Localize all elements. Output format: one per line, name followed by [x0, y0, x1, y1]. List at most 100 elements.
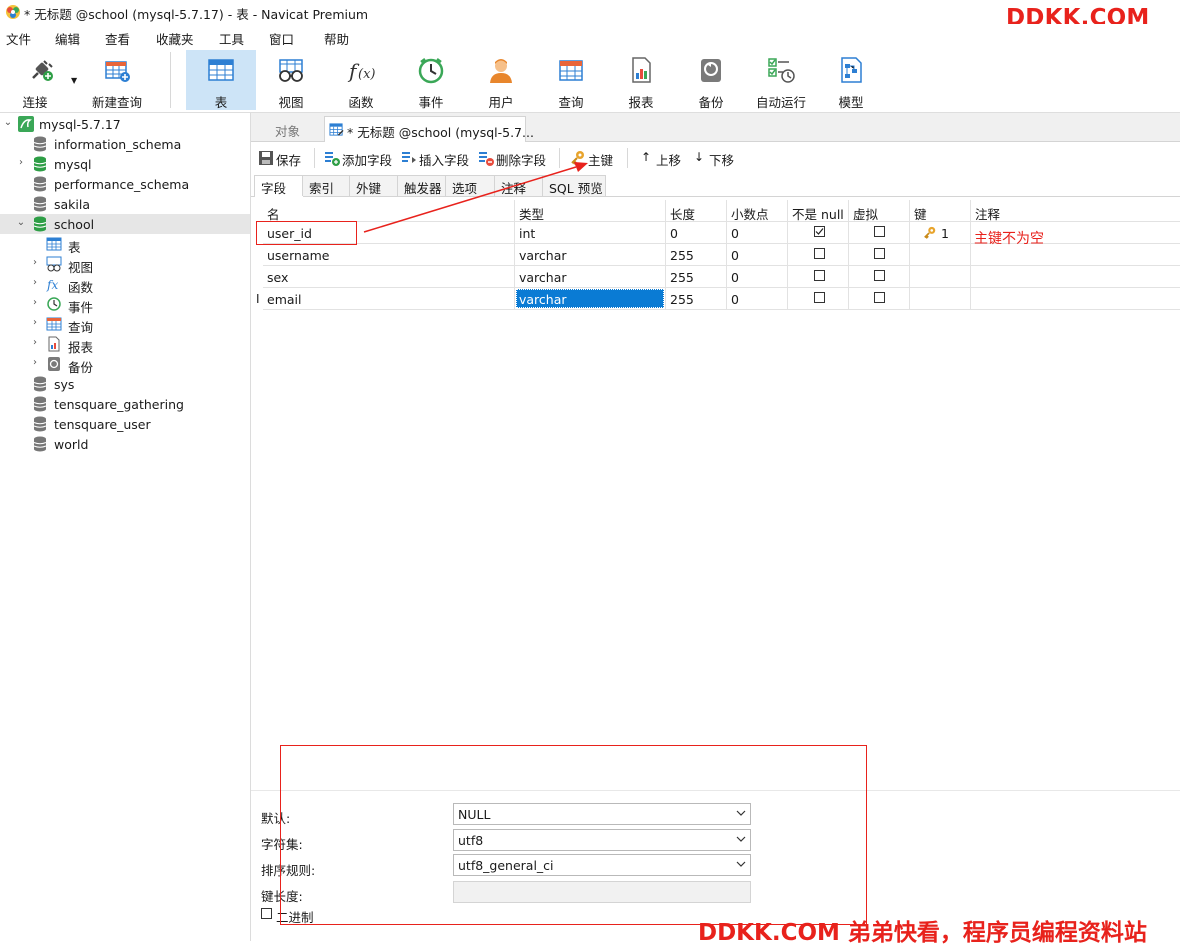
not-null-checkbox-checked[interactable] [814, 226, 825, 237]
cell-decimals[interactable]: 0 [727, 244, 788, 266]
tree-db-tensquare-user[interactable]: tensquare_user [0, 414, 250, 434]
tree-node-queries[interactable]: › 查询 [0, 314, 250, 335]
view-button[interactable]: 视图 [256, 50, 326, 110]
menu-edit[interactable]: 编辑 [55, 29, 80, 48]
menu-tools[interactable]: 工具 [219, 29, 244, 48]
query-button[interactable]: 查询 [536, 50, 606, 110]
move-down-button[interactable]: ↓ 下移 [691, 149, 737, 168]
cell-length[interactable]: 255 [666, 244, 727, 266]
chevron-down-icon[interactable]: ⌄ [3, 118, 13, 128]
cell-decimals[interactable]: 0 [727, 266, 788, 288]
tree-db-information-schema[interactable]: information_schema [0, 134, 250, 154]
function-button[interactable]: f (x) 函数 [326, 50, 396, 110]
connect-dropdown-icon[interactable]: ▼ [71, 76, 77, 85]
cell-type[interactable]: varchar [515, 244, 666, 266]
tab-triggers[interactable]: 触发器 [397, 175, 447, 196]
virtual-checkbox[interactable] [874, 248, 885, 259]
chevron-right-icon[interactable]: › [30, 358, 40, 368]
tree-db-mysql[interactable]: › mysql [0, 154, 250, 174]
virtual-checkbox[interactable] [874, 226, 885, 237]
column-header-decimals[interactable]: 小数点 [727, 200, 788, 222]
cell-length[interactable]: 0 [666, 222, 727, 244]
tree-node-backups[interactable]: › 备份 [0, 354, 250, 375]
tree-node-views[interactable]: › 视图 [0, 254, 250, 275]
tab-untitled-table[interactable]: * 无标题 @school (mysql-5.7... [324, 116, 534, 142]
model-button[interactable]: 模型 [816, 50, 886, 110]
tree-db-performance-schema[interactable]: performance_schema [0, 174, 250, 194]
tab-objects[interactable]: 对象 [251, 116, 323, 141]
column-header-type[interactable]: 类型 [515, 200, 666, 222]
cell-type[interactable]: varchar [515, 288, 666, 310]
chevron-right-icon[interactable]: › [30, 278, 40, 288]
binary-checkbox[interactable] [261, 908, 272, 919]
chevron-right-icon[interactable]: › [30, 298, 40, 308]
cell-type[interactable]: varchar [515, 266, 666, 288]
connect-button[interactable]: 连接 [6, 50, 76, 110]
cell-length[interactable]: 255 [666, 266, 727, 288]
chevron-right-icon[interactable]: › [16, 158, 26, 168]
tab-options[interactable]: 选项 [445, 175, 496, 196]
delete-field-button[interactable]: 删除字段 [478, 149, 550, 168]
tree-node-functions[interactable]: › fx 函数 [0, 274, 250, 296]
tree-connection[interactable]: ⌄ mysql-5.7.17 [0, 114, 250, 134]
tree-node-events[interactable]: › 事件 [0, 294, 250, 315]
chevron-right-icon[interactable]: › [30, 318, 40, 328]
table-button[interactable]: 表 [186, 50, 256, 110]
tree-node-tables[interactable]: 表 [0, 234, 250, 255]
tab-fields[interactable]: 字段 [254, 175, 304, 197]
cell-decimals[interactable]: 0 [727, 288, 788, 310]
column-header-length[interactable]: 长度 [666, 200, 727, 222]
selected-type-cell[interactable]: varchar [516, 289, 664, 308]
tree-node-reports[interactable]: › 报表 [0, 334, 250, 355]
cell-name[interactable]: username [263, 244, 515, 266]
chevron-right-icon[interactable]: › [30, 258, 40, 268]
chevron-down-icon[interactable]: ⌄ [16, 218, 26, 228]
menu-favorites[interactable]: 收藏夹 [156, 29, 194, 48]
primary-key-button[interactable]: 主键 [570, 149, 618, 168]
virtual-checkbox[interactable] [874, 292, 885, 303]
menu-help[interactable]: 帮助 [324, 29, 349, 48]
tab-indexes[interactable]: 索引 [302, 175, 351, 196]
cell-comment[interactable] [971, 288, 1180, 310]
chevron-right-icon[interactable]: › [30, 338, 40, 348]
backup-button[interactable]: 备份 [676, 50, 746, 110]
tree-db-sakila[interactable]: sakila [0, 194, 250, 214]
tab-foreign-keys[interactable]: 外键 [349, 175, 399, 196]
cell-name[interactable]: email [263, 288, 515, 310]
not-null-checkbox[interactable] [814, 270, 825, 281]
automation-button[interactable]: 自动运行 [746, 50, 816, 110]
cell-key[interactable] [910, 288, 971, 310]
menu-view[interactable]: 查看 [105, 29, 130, 48]
column-header-key[interactable]: 键 [910, 200, 971, 222]
tree-db-school[interactable]: ⌄ school [0, 214, 250, 234]
column-header-not-null[interactable]: 不是 null [788, 200, 849, 222]
tab-comment[interactable]: 注释 [494, 175, 544, 196]
virtual-checkbox[interactable] [874, 270, 885, 281]
column-header-name[interactable]: 名 [263, 200, 515, 222]
tree-db-world[interactable]: world [0, 434, 250, 454]
tree-db-tensquare-gathering[interactable]: tensquare_gathering [0, 394, 250, 414]
cell-key[interactable] [910, 266, 971, 288]
menu-file[interactable]: 文件 [6, 29, 31, 48]
column-header-comment[interactable]: 注释 [971, 200, 1180, 222]
menu-window[interactable]: 窗口 [269, 29, 294, 48]
add-field-button[interactable]: 添加字段 [324, 149, 396, 168]
not-null-checkbox[interactable] [814, 292, 825, 303]
cell-key[interactable]: 1 [910, 222, 971, 244]
tree-db-sys[interactable]: sys [0, 374, 250, 394]
event-button[interactable]: 事件 [396, 50, 466, 110]
user-button[interactable]: 用户 [466, 50, 536, 110]
cell-key[interactable] [910, 244, 971, 266]
insert-field-button[interactable]: 插入字段 [401, 149, 473, 168]
cell-comment[interactable] [971, 266, 1180, 288]
new-query-button[interactable]: 新建查询 [82, 50, 152, 110]
save-button[interactable]: 保存 [258, 149, 310, 168]
not-null-checkbox[interactable] [814, 248, 825, 259]
report-button[interactable]: 报表 [606, 50, 676, 110]
column-header-virtual[interactable]: 虚拟 [849, 200, 910, 222]
cell-type[interactable]: int [515, 222, 666, 244]
cell-decimals[interactable]: 0 [727, 222, 788, 244]
cell-name[interactable]: sex [263, 266, 515, 288]
move-up-button[interactable]: ↑ 上移 [638, 149, 684, 168]
tab-sql-preview[interactable]: SQL 预览 [542, 175, 606, 196]
